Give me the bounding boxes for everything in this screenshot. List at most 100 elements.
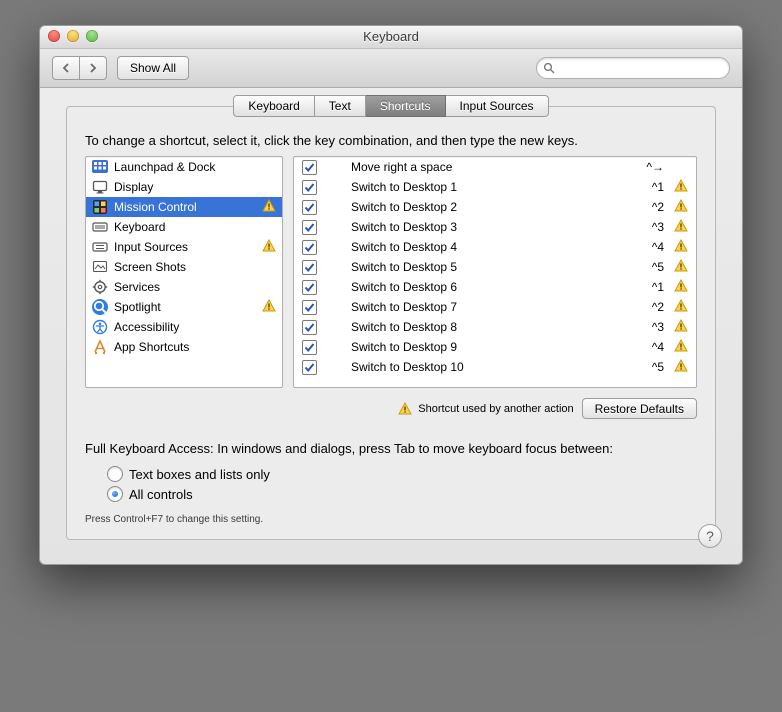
- shortcut-key[interactable]: ^4: [652, 240, 664, 254]
- shortcut-key[interactable]: ^2: [652, 300, 664, 314]
- category-services[interactable]: Services: [86, 277, 282, 297]
- shortcut-checkbox[interactable]: [302, 360, 317, 375]
- window-title: Keyboard: [363, 29, 419, 44]
- warning-icon: [674, 219, 688, 236]
- tab-text[interactable]: Text: [315, 95, 366, 117]
- category-label: Accessibility: [114, 320, 179, 334]
- shortcut-label: Switch to Desktop 9: [327, 340, 642, 354]
- shortcut-row[interactable]: Switch to Desktop 6^1: [294, 277, 696, 297]
- tabbed-pane: KeyboardTextShortcutsInput Sources To ch…: [66, 106, 716, 540]
- warning-icon: [674, 259, 688, 276]
- shortcut-label: Move right a space: [327, 160, 636, 174]
- tab-keyboard[interactable]: Keyboard: [233, 95, 314, 117]
- forward-button[interactable]: [80, 56, 107, 80]
- shortcut-checkbox[interactable]: [302, 300, 317, 315]
- category-label: Screen Shots: [114, 260, 186, 274]
- shortcut-row[interactable]: Switch to Desktop 8 ^3: [294, 317, 696, 337]
- zoom-button[interactable]: [86, 30, 98, 42]
- instruction-text: To change a shortcut, select it, click t…: [85, 133, 697, 148]
- tab-strip: KeyboardTextShortcutsInput Sources: [67, 95, 715, 117]
- shortcut-row[interactable]: Switch to Desktop 9 ^4: [294, 337, 696, 357]
- shortcut-key[interactable]: ^1: [652, 180, 664, 194]
- shortcut-key[interactable]: ^→: [646, 160, 664, 174]
- search-input[interactable]: [559, 60, 723, 76]
- fka-option[interactable]: All controls: [107, 484, 697, 504]
- shortcut-key[interactable]: ^3: [652, 220, 664, 234]
- tab-input-sources[interactable]: Input Sources: [446, 95, 549, 117]
- shortcut-row[interactable]: Switch to Desktop 2^2: [294, 197, 696, 217]
- shortcut-row[interactable]: Switch to Desktop 3^3: [294, 217, 696, 237]
- radio-label: All controls: [129, 487, 193, 502]
- category-screen-shots[interactable]: Screen Shots: [86, 257, 282, 277]
- shortcut-checkbox[interactable]: [302, 280, 317, 295]
- restore-defaults-button[interactable]: Restore Defaults: [582, 398, 697, 419]
- shortcut-checkbox[interactable]: [302, 240, 317, 255]
- launchpad-icon: [92, 159, 108, 175]
- warning-icon: [398, 402, 412, 416]
- shortcut-label: Switch to Desktop 5: [327, 260, 642, 274]
- shortcut-row[interactable]: Move right a space ^→: [294, 157, 696, 177]
- category-label: Input Sources: [114, 240, 188, 254]
- shortcut-key[interactable]: ^5: [652, 360, 664, 374]
- warning-icon: [262, 199, 276, 216]
- shortcut-label: Switch to Desktop 7: [327, 300, 642, 314]
- category-spotlight[interactable]: Spotlight: [86, 297, 282, 317]
- shortcut-row[interactable]: Switch to Desktop 5 ^5: [294, 257, 696, 277]
- category-label: Spotlight: [114, 300, 161, 314]
- category-label: Services: [114, 280, 160, 294]
- category-accessibility[interactable]: Accessibility: [86, 317, 282, 337]
- search-field[interactable]: [536, 57, 730, 79]
- appshortcuts-icon: [92, 339, 108, 355]
- category-mission-control[interactable]: Mission Control: [86, 197, 282, 217]
- warning-icon: [674, 359, 688, 376]
- traffic-lights: [48, 30, 98, 42]
- shortcut-checkbox[interactable]: [302, 180, 317, 195]
- radio-button[interactable]: [107, 486, 123, 502]
- shortcut-label: Switch to Desktop 4: [327, 240, 642, 254]
- category-launchpad-dock[interactable]: Launchpad & Dock: [86, 157, 282, 177]
- shortcut-checkbox[interactable]: [302, 340, 317, 355]
- close-button[interactable]: [48, 30, 60, 42]
- back-button[interactable]: [52, 56, 80, 80]
- shortcut-checkbox[interactable]: [302, 220, 317, 235]
- nav-segment: [52, 56, 107, 80]
- shortcut-label: Switch to Desktop 8: [327, 320, 642, 334]
- category-input-sources[interactable]: Input Sources: [86, 237, 282, 257]
- screenshots-icon: [92, 259, 108, 275]
- category-display[interactable]: Display: [86, 177, 282, 197]
- shortcut-row[interactable]: Switch to Desktop 4 ^4: [294, 237, 696, 257]
- inputsrc-icon: [92, 239, 108, 255]
- category-keyboard[interactable]: Keyboard: [86, 217, 282, 237]
- shortcut-checkbox[interactable]: [302, 260, 317, 275]
- fka-option[interactable]: Text boxes and lists only: [107, 464, 697, 484]
- shortcut-checkbox[interactable]: [302, 320, 317, 335]
- shortcut-row[interactable]: Switch to Desktop 10^5: [294, 357, 696, 377]
- warning-icon: [674, 239, 688, 256]
- shortcut-checkbox[interactable]: [302, 160, 317, 175]
- warning-icon: [674, 299, 688, 316]
- titlebar: Keyboard: [40, 26, 742, 49]
- radio-button[interactable]: [107, 466, 123, 482]
- shortcut-key[interactable]: ^4: [652, 340, 664, 354]
- warning-icon: [674, 339, 688, 356]
- display-icon: [92, 179, 108, 195]
- shortcut-list[interactable]: Move right a space ^→ Switch to Desktop 1^…: [293, 156, 697, 388]
- shortcut-checkbox[interactable]: [302, 200, 317, 215]
- shortcut-key[interactable]: ^2: [652, 200, 664, 214]
- warning-icon: [262, 239, 276, 256]
- show-all-button[interactable]: Show All: [117, 56, 189, 80]
- shortcut-row[interactable]: Switch to Desktop 1^1: [294, 177, 696, 197]
- shortcut-key[interactable]: ^5: [652, 260, 664, 274]
- tab-shortcuts[interactable]: Shortcuts: [366, 95, 446, 117]
- shortcut-key[interactable]: ^3: [652, 320, 664, 334]
- conflict-note: Shortcut used by another action: [398, 402, 573, 416]
- help-button[interactable]: ?: [698, 524, 722, 548]
- category-app-shortcuts[interactable]: App Shortcuts: [86, 337, 282, 357]
- minimize-button[interactable]: [67, 30, 79, 42]
- show-all-label: Show All: [130, 61, 176, 75]
- shortcut-key[interactable]: ^1: [652, 280, 664, 294]
- radio-label: Text boxes and lists only: [129, 467, 270, 482]
- preferences-window: Keyboard Show All KeyboardTextShortcuts: [39, 25, 743, 565]
- shortcut-row[interactable]: Switch to Desktop 7 ^2: [294, 297, 696, 317]
- category-list[interactable]: Launchpad & DockDisplayMission ControlKe…: [85, 156, 283, 388]
